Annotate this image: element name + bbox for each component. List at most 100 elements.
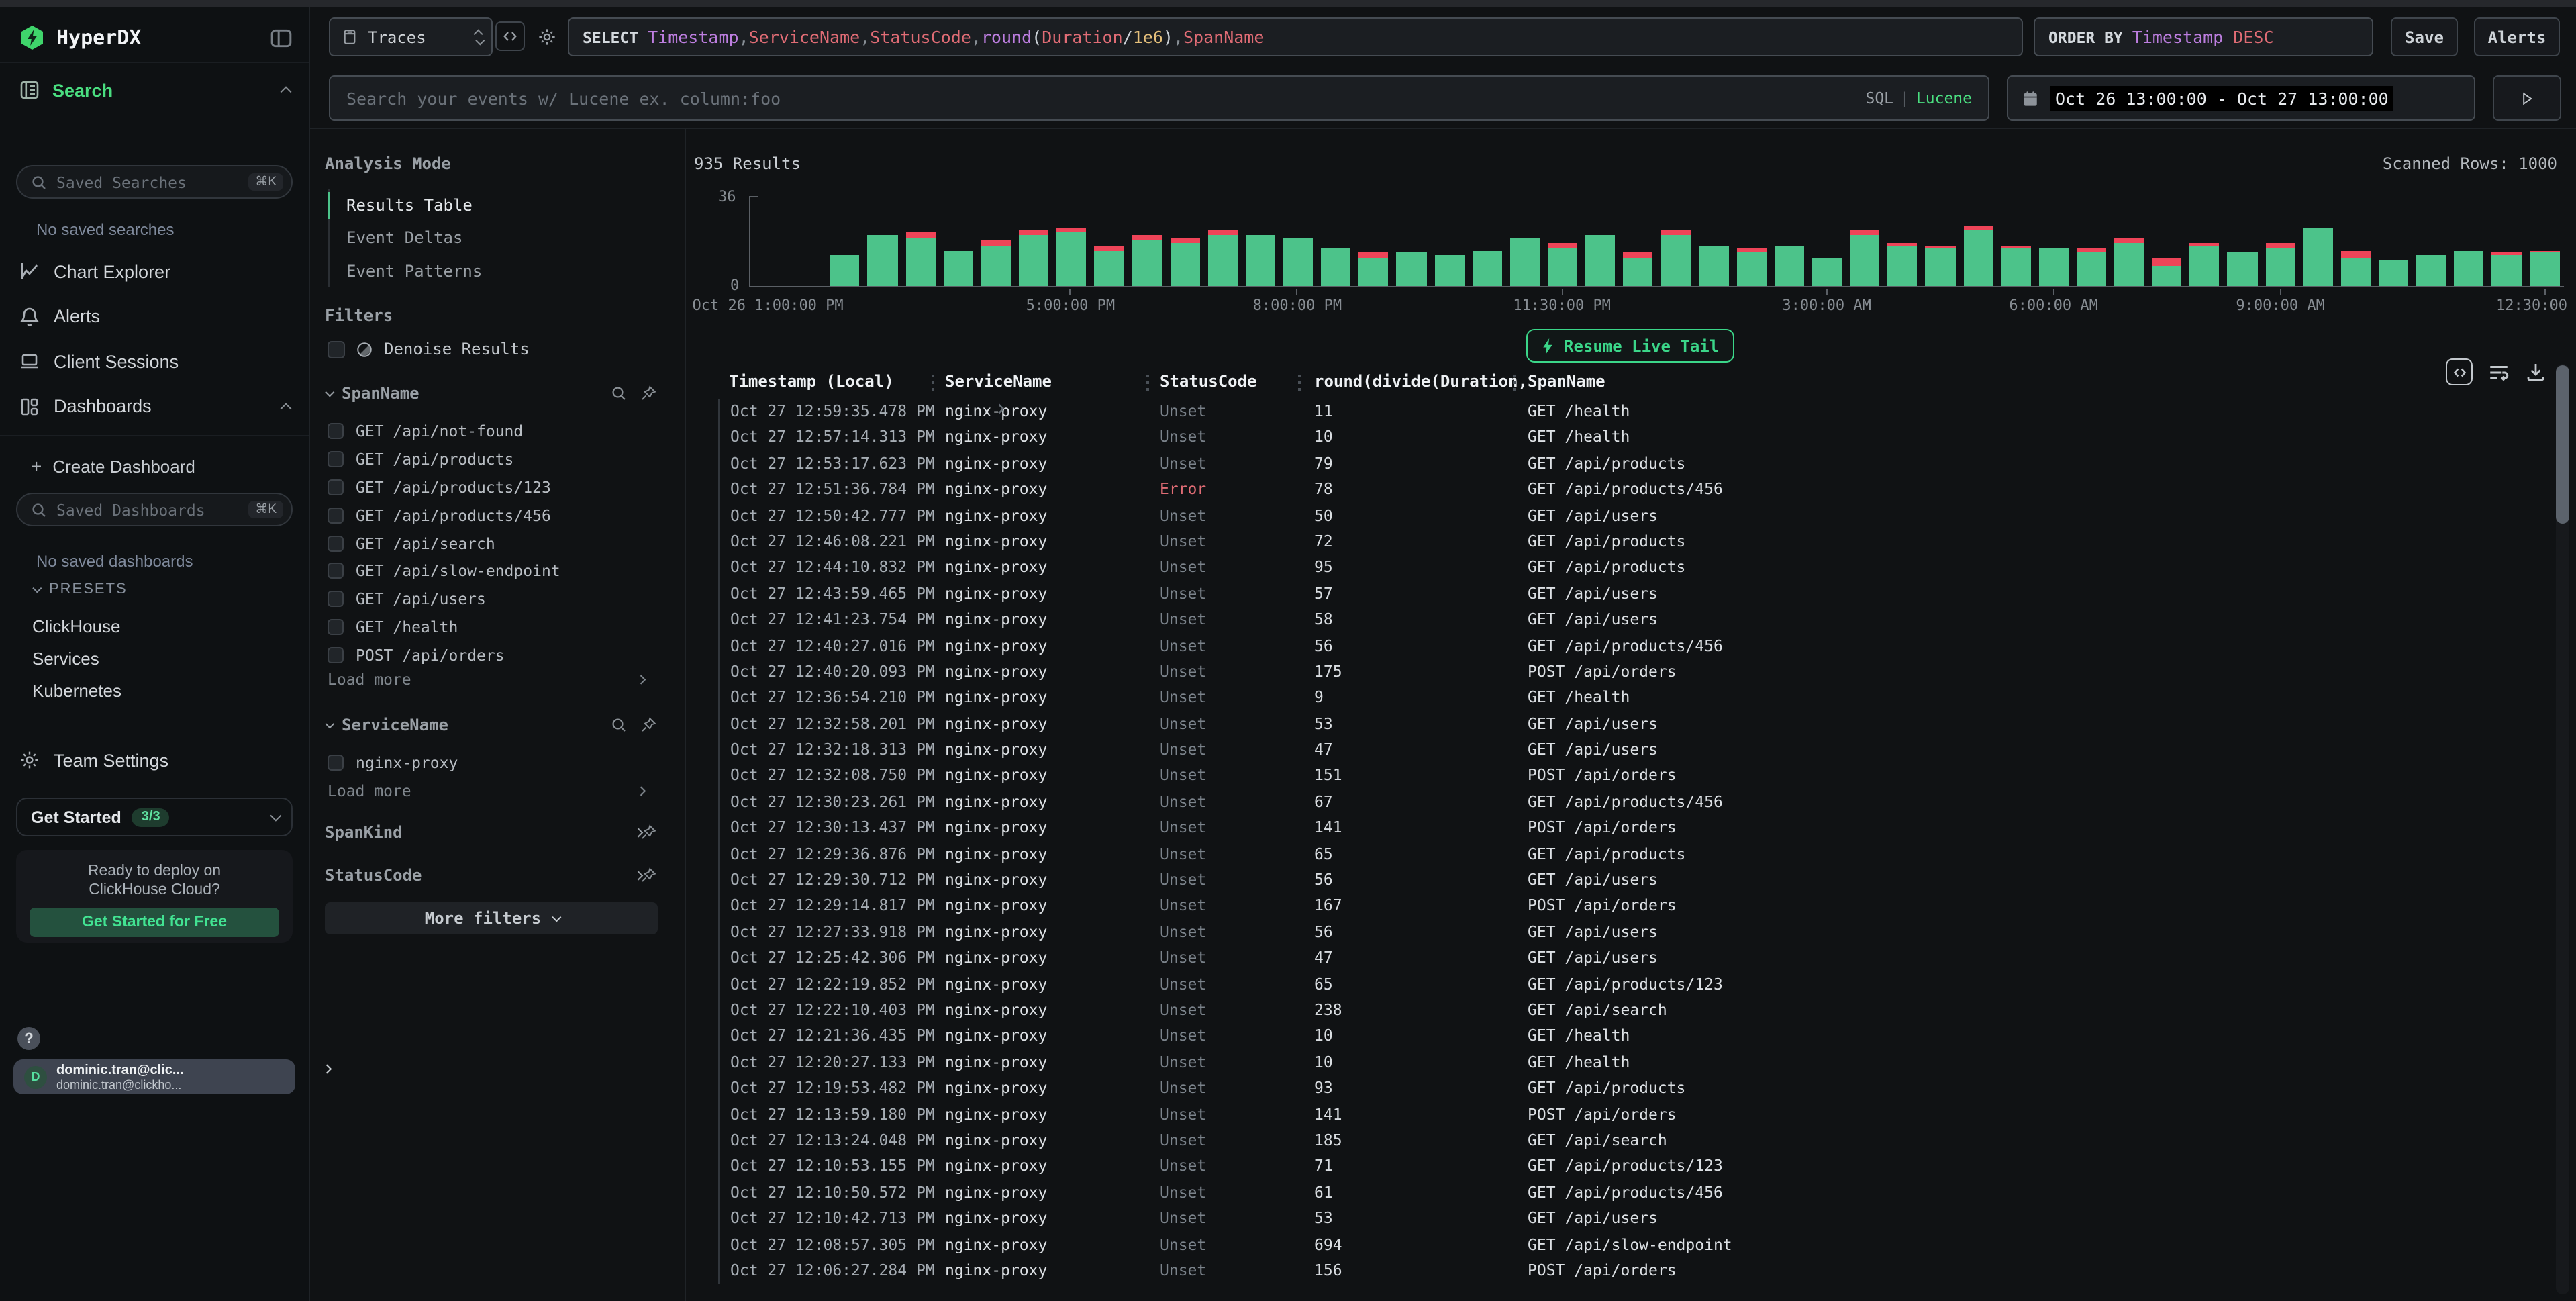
checkbox[interactable] (328, 479, 344, 495)
chart-bar[interactable] (2337, 196, 2375, 286)
chart-bar[interactable] (1959, 196, 1997, 286)
table-row[interactable]: Oct 27 12:10:53.155 PMnginx-proxyUnset71… (686, 1154, 2544, 1180)
row-expand-chevron[interactable] (686, 1102, 718, 1128)
row-expand-chevron[interactable] (686, 659, 718, 685)
table-row[interactable]: Oct 27 12:59:35.478 PMnginx-proxyUnset11… (686, 399, 2544, 425)
pin-icon[interactable] (640, 824, 656, 840)
sql-mode-toggle[interactable]: SQL (1865, 89, 1893, 107)
lucene-search-input[interactable]: Search your events w/ Lucene ex. column:… (329, 75, 1989, 121)
col-timestamp[interactable]: Timestamp (Local) (718, 372, 945, 396)
chart-bar[interactable] (2186, 196, 2224, 286)
row-expand-chevron[interactable] (686, 737, 718, 763)
spanname-load-more[interactable]: Load more (328, 670, 411, 689)
more-filters-button[interactable]: More filters (325, 902, 658, 934)
row-expand-chevron[interactable] (686, 607, 718, 633)
filter-option[interactable]: nginx-proxy (328, 749, 671, 777)
filter-option[interactable]: GET /api/search (328, 529, 671, 557)
filter-option[interactable]: GET /health (328, 613, 671, 641)
filter-group-servicename-header[interactable]: ServiceName (325, 716, 671, 734)
chart-bar[interactable] (2073, 196, 2110, 286)
row-expand-chevron[interactable] (686, 581, 718, 607)
chart-bar[interactable] (1279, 196, 1317, 286)
chart-bar[interactable] (1242, 196, 1279, 286)
chart-bar[interactable] (1808, 196, 1846, 286)
query-settings-gear-icon[interactable] (533, 23, 560, 50)
table-row[interactable]: Oct 27 12:10:50.572 PMnginx-proxyUnset61… (686, 1179, 2544, 1206)
chart-bar[interactable] (1015, 196, 1052, 286)
row-expand-chevron[interactable] (686, 971, 718, 998)
chart-bar[interactable] (1544, 196, 1581, 286)
analysis-mode-tab[interactable]: Event Patterns (330, 254, 671, 287)
table-row[interactable]: Oct 27 12:32:08.750 PMnginx-proxyUnset15… (686, 763, 2544, 789)
chart-bar[interactable] (1166, 196, 1203, 286)
chart-bar[interactable] (2035, 196, 2073, 286)
row-expand-chevron[interactable] (686, 1075, 718, 1102)
column-resize-handle[interactable] (1513, 375, 1516, 392)
chart-bar[interactable] (1355, 196, 1393, 286)
table-row[interactable]: Oct 27 12:10:42.713 PMnginx-proxyUnset53… (686, 1206, 2544, 1232)
chart-bar[interactable] (2412, 196, 2450, 286)
lucene-mode-toggle[interactable]: Lucene (1916, 89, 1972, 107)
row-expand-chevron[interactable] (686, 529, 718, 555)
chart-bar[interactable] (2261, 196, 2299, 286)
chart-bar[interactable] (2526, 196, 2563, 286)
chart-bar[interactable] (2450, 196, 2488, 286)
create-dashboard-button[interactable]: + Create Dashboard (31, 451, 195, 481)
chart-bar[interactable] (2488, 196, 2526, 286)
chart-bar[interactable] (1771, 196, 1808, 286)
filter-group-spanname-header[interactable]: SpanName (325, 384, 671, 403)
chart-bar[interactable] (1846, 196, 1883, 286)
chart-bar[interactable] (1997, 196, 2034, 286)
chart-bar[interactable] (1695, 196, 1732, 286)
scrollbar-thumb[interactable] (2556, 365, 2569, 524)
table-row[interactable]: Oct 27 12:20:27.133 PMnginx-proxyUnset10… (686, 1050, 2544, 1076)
filter-group-spankind-header[interactable]: SpanKind (325, 823, 671, 842)
filter-option[interactable]: GET /api/users (328, 585, 671, 614)
row-expand-chevron[interactable] (686, 1128, 718, 1154)
row-expand-chevron[interactable] (686, 763, 718, 789)
row-expand-chevron[interactable] (686, 867, 718, 894)
row-expand-chevron[interactable] (686, 425, 718, 451)
table-row[interactable]: Oct 27 12:41:23.754 PMnginx-proxyUnset58… (686, 607, 2544, 633)
get-started-free-button[interactable]: Get Started for Free (30, 908, 279, 937)
filter-option[interactable]: POST /api/orders (328, 641, 671, 669)
row-expand-chevron[interactable] (686, 945, 718, 971)
row-expand-chevron[interactable] (686, 1179, 718, 1206)
table-row[interactable]: Oct 27 12:43:59.465 PMnginx-proxyUnset57… (686, 581, 2544, 607)
table-row[interactable]: Oct 27 12:30:13.437 PMnginx-proxyUnset14… (686, 816, 2544, 842)
filter-group-statuscode-header[interactable]: StatusCode (325, 866, 671, 885)
checkbox[interactable] (328, 647, 344, 663)
row-expand-chevron[interactable] (686, 920, 718, 946)
filter-option[interactable]: GET /api/products/456 (328, 501, 671, 530)
orderby-clause-input[interactable]: ORDER BY Timestamp DESC (2034, 17, 2373, 56)
sidebar-item-client-sessions[interactable]: Client Sessions (19, 344, 290, 379)
row-expand-chevron[interactable] (686, 998, 718, 1024)
col-servicename[interactable]: ServiceName (945, 372, 1160, 396)
table-row[interactable]: Oct 27 12:40:27.016 PMnginx-proxyUnset56… (686, 633, 2544, 659)
saved-searches-input[interactable]: Saved Searches ⌘K (16, 165, 293, 199)
preset-services[interactable]: Services (32, 648, 99, 669)
chart-bar[interactable] (977, 196, 1015, 286)
table-row[interactable]: Oct 27 12:51:36.784 PMnginx-proxyError78… (686, 477, 2544, 503)
row-expand-chevron[interactable] (686, 685, 718, 712)
run-query-button[interactable] (2493, 75, 2561, 121)
pin-icon[interactable] (640, 385, 656, 401)
table-row[interactable]: Oct 27 12:06:27.284 PMnginx-proxyUnset15… (686, 1258, 2544, 1284)
chart-bar[interactable] (788, 196, 826, 286)
sidebar-item-dashboards[interactable]: Dashboards (19, 389, 290, 424)
denoise-results-option[interactable]: Denoise Results (328, 340, 530, 358)
table-row[interactable]: Oct 27 12:36:54.210 PMnginx-proxyUnset9G… (686, 685, 2544, 712)
sidebar-item-alerts[interactable]: Alerts (19, 299, 290, 334)
chart-bar[interactable] (2148, 196, 2185, 286)
table-row[interactable]: Oct 27 12:44:10.832 PMnginx-proxyUnset95… (686, 555, 2544, 581)
chart-bar[interactable] (2299, 196, 2337, 286)
chart-bar[interactable] (1506, 196, 1544, 286)
filter-option[interactable]: GET /api/not-found (328, 418, 671, 446)
resume-live-tail-button[interactable]: Resume Live Tail (1526, 329, 1734, 363)
table-row[interactable]: Oct 27 12:32:18.313 PMnginx-proxyUnset47… (686, 737, 2544, 763)
preset-kubernetes[interactable]: Kubernetes (32, 681, 121, 701)
servicename-load-more[interactable]: Load more (328, 781, 411, 800)
table-row[interactable]: Oct 27 12:22:10.403 PMnginx-proxyUnset23… (686, 998, 2544, 1024)
table-row[interactable]: Oct 27 12:13:59.180 PMnginx-proxyUnset14… (686, 1102, 2544, 1128)
table-row[interactable]: Oct 27 12:32:58.201 PMnginx-proxyUnset53… (686, 711, 2544, 737)
